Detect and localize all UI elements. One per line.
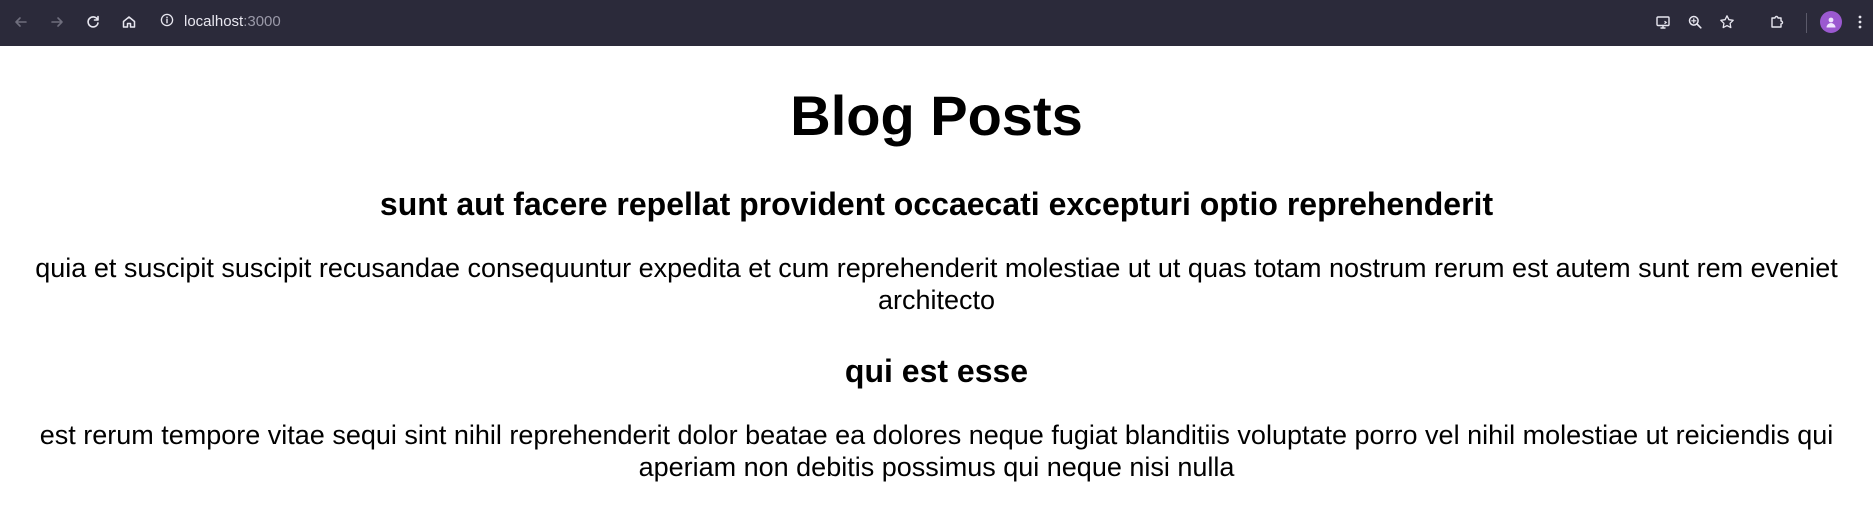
toolbar-divider	[1806, 13, 1807, 33]
page-title: Blog Posts	[790, 84, 1083, 147]
post-body: est rerum tempore vitae sequi sint nihil…	[39, 420, 1834, 482]
info-icon[interactable]	[160, 13, 174, 32]
post-title: sunt aut facere repellat provident occae…	[379, 186, 1494, 222]
home-icon[interactable]	[118, 11, 140, 33]
cast-icon[interactable]	[1652, 11, 1674, 33]
forward-arrow-icon[interactable]	[46, 11, 68, 33]
address-port: :3000	[243, 13, 281, 30]
puzzle-icon[interactable]	[1766, 11, 1788, 33]
post-body: quia et suscipit suscipit recusandae con…	[35, 253, 1838, 315]
star-icon[interactable]	[1716, 11, 1738, 33]
post-title: qui est esse	[844, 353, 1029, 389]
zoom-icon[interactable]	[1684, 11, 1706, 33]
address-host: localhost	[184, 13, 244, 30]
avatar[interactable]	[1820, 11, 1842, 33]
browser-toolbar: localhost:3000	[0, 0, 1873, 46]
back-arrow-icon[interactable]	[10, 11, 32, 33]
kebab-menu-icon[interactable]	[1852, 11, 1868, 33]
address-bar[interactable]: localhost:3000	[160, 10, 281, 34]
reload-icon[interactable]	[82, 11, 104, 33]
